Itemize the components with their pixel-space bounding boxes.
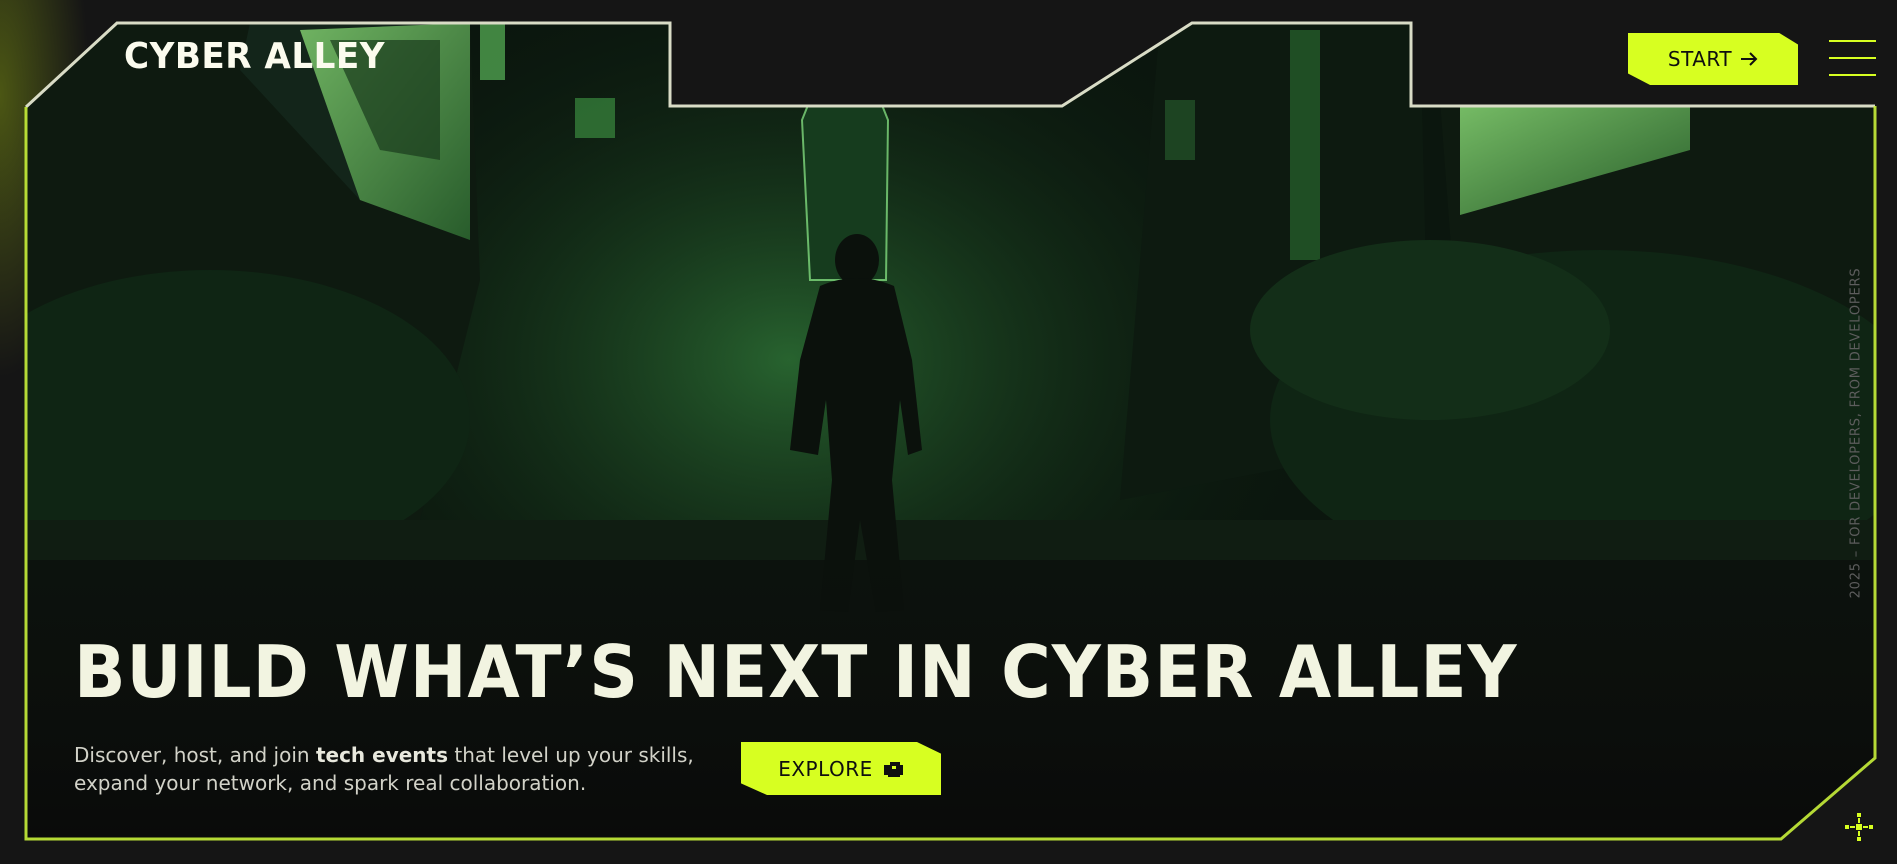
move-crosshair-icon[interactable] <box>1843 811 1875 843</box>
hero-subtext: Discover, host, and join tech events tha… <box>74 741 714 797</box>
hero-frame <box>24 21 1877 841</box>
side-caption: 2025 – FOR DEVELOPERS, FROM DEVELOPERS <box>1846 267 1866 599</box>
menu-line <box>1829 40 1876 42</box>
brand-logo[interactable]: CYBER ALLEY <box>124 36 385 77</box>
subtext-highlight: tech events <box>315 743 449 767</box>
side-caption-text: 2025 – FOR DEVELOPERS, FROM DEVELOPERS <box>1848 267 1864 599</box>
hero-background-image <box>26 23 1875 839</box>
explore-button-label: EXPLORE <box>778 756 873 781</box>
pixel-hand-icon <box>883 761 903 777</box>
subtext-lead: Discover, host, and join <box>74 743 316 767</box>
menu-line <box>1829 74 1876 76</box>
start-button-label: START <box>1667 47 1733 71</box>
hamburger-menu-icon[interactable] <box>1829 40 1876 76</box>
hero-headline: BUILD WHAT’S NEXT IN CYBER ALLEY <box>74 630 1518 714</box>
arrow-right-icon <box>1741 52 1758 66</box>
explore-button[interactable]: EXPLORE <box>741 742 941 795</box>
start-button[interactable]: START <box>1628 33 1798 85</box>
menu-line <box>1829 57 1876 59</box>
